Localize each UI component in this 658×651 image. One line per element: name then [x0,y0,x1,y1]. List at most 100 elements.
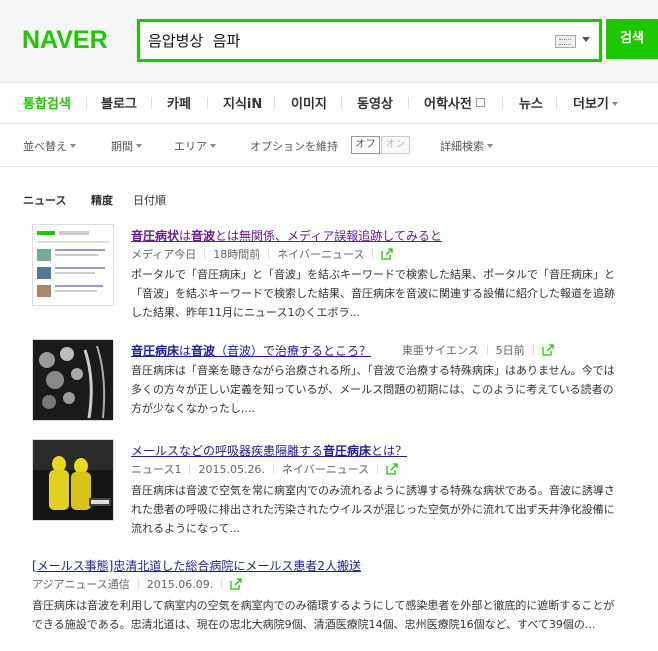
tab-kin[interactable]: 지식iN [223,93,262,112]
period-option-label: 期間 [111,140,133,153]
divider [408,97,409,109]
divider [207,97,208,109]
tab-video[interactable]: 동영상 [357,93,393,112]
sort-accuracy[interactable]: 精度 [91,192,113,208]
option-on-toggle[interactable]: オン [381,136,410,154]
result-meta: アジアニュース通信 2015.06.09. [32,576,242,592]
caret-down-icon [210,144,216,148]
news-heading: ニュース [23,194,67,207]
tab-image[interactable]: 이미지 [291,93,327,112]
title-keyword: 音圧病床 [323,444,372,458]
search-button[interactable]: 검색 [606,19,658,59]
external-link-icon[interactable] [230,578,242,590]
naver-news-link[interactable]: ネイバーニュース [282,463,369,476]
result-description: 音圧病床は「音楽を聴きながら治療される所」、「音波で治療する特殊病床」はありませ… [131,364,615,415]
divider [86,97,87,109]
title-text: とは無関係、メディア誤報追跡してみると [215,229,442,243]
divider [137,579,139,589]
result-description: 音圧病床は音波で空気を常に病室内でのみ流れるように誘導する特殊な病状である。音波… [131,484,615,535]
result-thumbnail[interactable] [32,224,114,306]
tab-more[interactable]: 더보기 [573,93,618,112]
sort-option-label: 並べ替え [23,140,67,153]
area-option-label: エリア [174,140,207,153]
result-description: ポータルで「音圧病床」と「音波」を結ぶキーワードで検索した結果、ポータルで「音圧… [131,268,615,319]
tab-dictionary[interactable]: 어학사전 [424,93,485,112]
naver-logo[interactable]: NAVER [22,26,108,55]
title-text: とは？ [371,444,408,458]
divider [268,249,270,259]
result-thumbnail[interactable] [32,439,114,521]
detail-search-label: 詳細検索 [440,140,484,153]
tab-news[interactable]: 뉴스 [519,93,543,112]
search-box[interactable] [137,19,602,62]
option-off-toggle[interactable]: オフ [351,136,380,154]
tab-more-label: 더보기 [573,97,609,112]
divider [151,97,152,109]
result-description: 音圧病床は音波を利用して病室内の空気を病室内でのみ循環するようにして感染患者を外… [32,599,615,631]
keep-option-label: オプションを維持 [250,140,338,153]
webpage-thumbnail-image [33,225,113,305]
hazmat-suit-image [33,440,113,520]
vertical-nav: 통합검색 블로그 카페 지식iN 이미지 동영상 어학사전 뉴스 더보기 [0,83,658,124]
divider [532,345,534,355]
divider [272,464,274,474]
search-input[interactable] [148,29,538,51]
external-link-icon[interactable] [386,463,398,475]
keyboard-icon[interactable] [555,35,576,48]
title-keyword: 音圧病床 [131,344,180,358]
tab-blog[interactable]: 블로그 [101,93,137,112]
press-name[interactable]: アジアニュース通信 [32,578,130,591]
divider [486,345,488,355]
divider [341,97,342,109]
divider [221,579,223,589]
title-text: メールスなどの呼吸器疾患隔離する [131,444,324,458]
press-name[interactable]: メディア今日 [131,248,196,261]
naver-news-link[interactable]: ネイバーニュース [277,248,364,261]
result-title-link[interactable]: 音圧病状は音波とは無関係、メディア誤報追跡してみると [131,227,442,244]
result-meta: メディア今日 18時間前 ネイバーニュース [131,246,394,262]
result-date: 2015.06.09. [146,578,214,591]
detail-search-option[interactable]: 詳細検索 [440,138,493,154]
result-thumbnail[interactable] [32,339,114,421]
title-keyword: 音波 [191,229,216,243]
header: NAVER 검색 [0,0,658,83]
title-keyword: 音波 [191,344,216,358]
tab-dictionary-label: 어학사전 [424,97,472,112]
result-meta: 東亜サイエンス 5日前 [402,342,554,358]
result-meta: ニュース1 2015.05.26. ネイバーニュース [131,461,398,477]
title-text: [メールス事態]忠清北道した総合病院にメールス患者2人搬送 [32,559,362,573]
external-link-icon[interactable] [381,248,394,260]
caret-down-icon [611,102,618,106]
result-title-link[interactable]: [メールス事態]忠清北道した総合病院にメールス患者2人搬送 [32,557,361,574]
sort-option[interactable]: 並べ替え [23,138,76,154]
external-link-icon[interactable] [542,344,554,356]
result-title-link[interactable]: 音圧病床は音波（音波）で治療するところ？ [131,342,371,359]
result-time: 18時間前 [213,248,261,261]
period-option[interactable]: 期間 [111,138,142,154]
tab-integrated[interactable]: 통합검색 [23,93,71,112]
divider [502,97,503,109]
divider [274,97,275,109]
caret-down-icon [70,144,76,148]
chevron-down-icon[interactable] [582,37,590,42]
tab-cafe[interactable]: 카페 [167,93,191,112]
divider [189,464,191,474]
press-name[interactable]: ニュース1 [131,463,181,476]
press-name[interactable]: 東亜サイエンス [402,344,479,357]
divider [204,249,206,259]
title-text: （音波）で治療するところ？ [215,344,372,358]
title-text: は [179,344,192,358]
result-time: 5日前 [495,344,525,357]
divider [377,464,379,474]
sort-date[interactable]: 日付順 [133,192,166,208]
caret-down-icon [487,144,493,148]
title-keyword: 音圧病状 [131,229,180,243]
virus-microscope-image [33,340,113,420]
area-option[interactable]: エリア [174,138,216,154]
divider [556,97,557,109]
option-bar: 並べ替え 期間 エリア オプションを維持 オフ オン 詳細検索 [0,124,658,167]
title-text: は [179,229,192,243]
result-title-link[interactable]: メールスなどの呼吸器疾患隔離する音圧病床とは？ [131,442,407,459]
result-date: 2015.05.26. [198,463,265,476]
popup-icon [475,98,485,107]
